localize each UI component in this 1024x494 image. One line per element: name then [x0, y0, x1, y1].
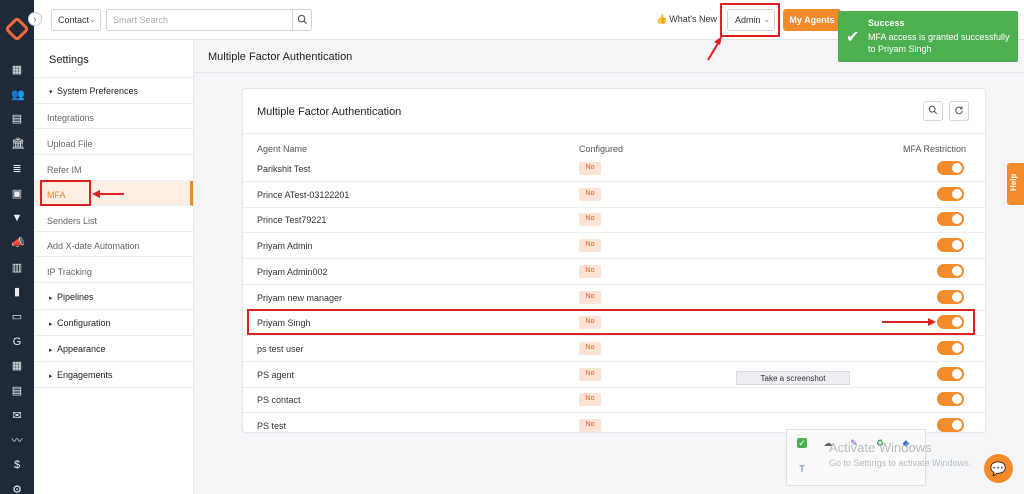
help-label: Help — [1009, 173, 1018, 191]
collapse-toggle-button[interactable]: › — [28, 12, 42, 26]
shield-check-icon[interactable]: ✓ — [797, 438, 807, 448]
teams-icon[interactable]: T — [797, 464, 807, 474]
chat-button[interactable]: 💬 — [984, 454, 1013, 483]
chat-icon: 💬 — [990, 461, 1007, 476]
activate-windows-watermark: Activate Windows Go to Settings to activ… — [829, 440, 971, 468]
annotation-arrows — [92, 36, 936, 326]
watermark-subtitle: Go to Settings to activate Windows. — [829, 458, 972, 468]
help-tab[interactable]: Help — [1007, 163, 1024, 205]
checkmark-icon: ✔ — [846, 29, 860, 46]
toast-title: Success — [868, 18, 905, 28]
screenshot-tooltip: Take a screenshot — [736, 371, 850, 385]
watermark-title: Activate Windows — [829, 440, 932, 455]
toast-message: MFA access is granted successfully to Pr… — [868, 32, 1010, 54]
success-toast[interactable]: ✔ Success MFA access is granted successf… — [838, 11, 1018, 62]
